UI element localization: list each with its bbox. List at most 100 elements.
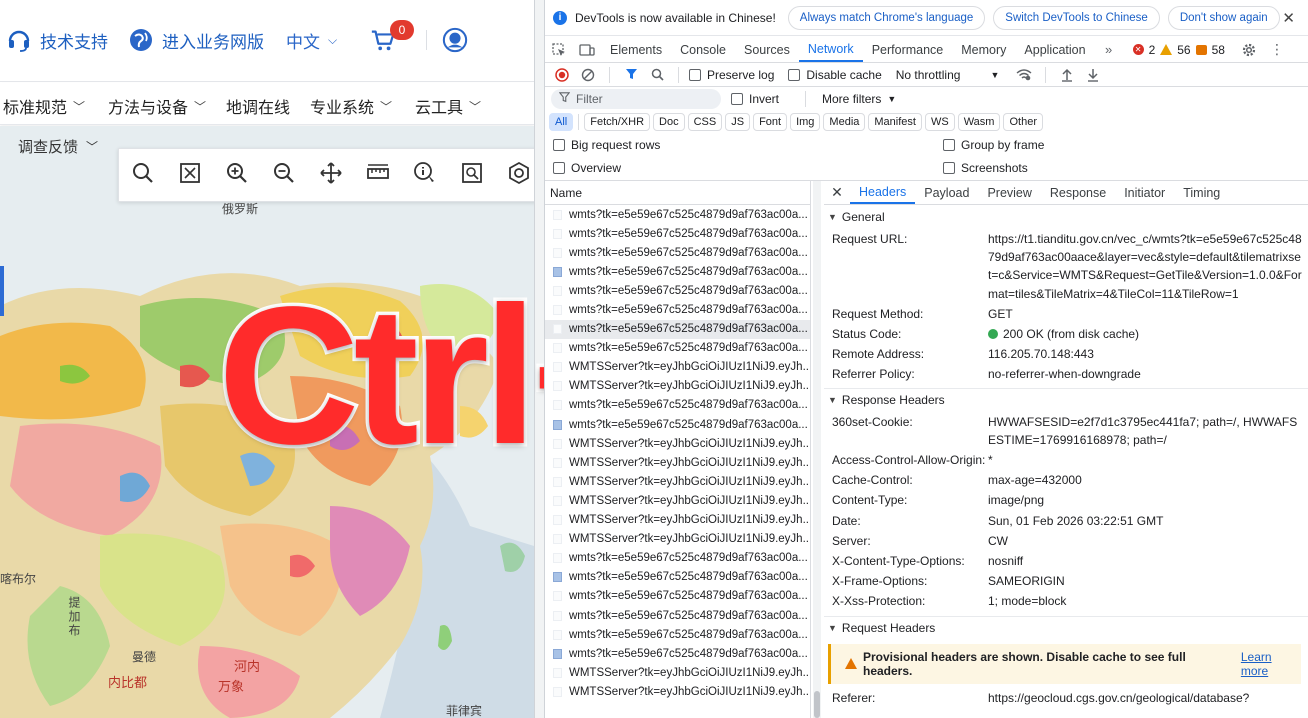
chip-img[interactable]: Img (790, 113, 821, 131)
user-avatar-button[interactable] (442, 24, 468, 56)
language-selector[interactable]: 中文 ⌵ (286, 24, 337, 56)
tab-timing[interactable]: Timing (1174, 181, 1229, 204)
more-options-icon[interactable]: ⋮ (1263, 37, 1291, 62)
request-row[interactable]: WMTSServer?tk=eyJhbGciOiJIUzI1NiJ9.eyJh.… (545, 358, 810, 377)
request-row[interactable]: wmts?tk=e5e59e67c525c4879d9af763ac00a... (545, 224, 810, 243)
record-stop-icon[interactable] (551, 64, 573, 86)
import-har-icon[interactable] (1056, 64, 1078, 86)
chip-doc[interactable]: Doc (653, 113, 685, 131)
chip-wasm[interactable]: Wasm (957, 113, 1001, 131)
filter-funnel-icon[interactable] (620, 64, 642, 86)
request-row[interactable]: wmts?tk=e5e59e67c525c4879d9af763ac00a... (545, 339, 810, 358)
chip-all[interactable]: All (549, 113, 574, 131)
request-row[interactable]: wmts?tk=e5e59e67c525c4879d9af763ac00a... (545, 587, 810, 606)
support-link[interactable]: 技术支持 (6, 24, 108, 56)
nav-item-systems[interactable]: 专业系统 ﹀ (310, 94, 392, 118)
disable-cache-checkbox[interactable]: Disable cache (788, 68, 882, 82)
request-row[interactable]: WMTSServer?tk=eyJhbGciOiJIUzI1NiJ9.eyJh.… (545, 530, 810, 549)
splitter[interactable] (534, 0, 544, 718)
geology-map[interactable]: 调查反馈 ﹀ 俄罗斯 朝鲜 河内 万象 内比都 曼德 菲律宾 提加布 喀布尔 (0, 126, 534, 718)
request-row[interactable]: wmts?tk=e5e59e67c525c4879d9af763ac00a... (545, 415, 810, 434)
tab-headers[interactable]: Headers (850, 181, 916, 204)
request-row[interactable]: wmts?tk=e5e59e67c525c4879d9af763ac00a... (545, 644, 810, 663)
nav-item-standards[interactable]: 标准规范 ﹀ (3, 94, 85, 118)
learn-more-link[interactable]: Learn more (1241, 650, 1301, 678)
map-identify-tool[interactable] (401, 148, 448, 202)
request-list-scrollbar[interactable] (813, 181, 821, 718)
device-toolbar-icon[interactable] (573, 37, 601, 62)
request-row[interactable]: WMTSServer?tk=eyJhbGciOiJIUzI1NiJ9.eyJh.… (545, 511, 810, 530)
request-row[interactable]: WMTSServer?tk=eyJhbGciOiJIUzI1NiJ9.eyJh.… (545, 453, 810, 472)
business-link[interactable]: 进入业务网版 (128, 24, 264, 56)
invert-checkbox[interactable]: Invert (731, 92, 779, 106)
request-row[interactable]: wmts?tk=e5e59e67c525c4879d9af763ac00a... (545, 262, 810, 281)
map-settings-tool[interactable] (495, 148, 534, 202)
more-filters-dropdown[interactable]: More filters ▼ (822, 92, 896, 106)
tab-response[interactable]: Response (1041, 181, 1115, 204)
map-zoom-box-tool[interactable] (448, 148, 495, 202)
nav-item-methods[interactable]: 方法与设备 ﹀ (108, 94, 206, 118)
request-row[interactable]: wmts?tk=e5e59e67c525c4879d9af763ac00a... (545, 606, 810, 625)
request-row[interactable]: wmts?tk=e5e59e67c525c4879d9af763ac00a... (545, 243, 810, 262)
general-section-toggle[interactable]: ▼ General (824, 205, 1308, 229)
tab-elements[interactable]: Elements (601, 37, 671, 62)
request-row[interactable]: wmts?tk=e5e59e67c525c4879d9af763ac00a... (545, 300, 810, 319)
match-language-button[interactable]: Always match Chrome's language (787, 5, 986, 30)
map-zoom-in-tool[interactable] (213, 148, 260, 202)
tab-sources[interactable]: Sources (735, 37, 799, 62)
request-row[interactable]: WMTSServer?tk=eyJhbGciOiJIUzI1NiJ9.eyJh.… (545, 377, 810, 396)
request-row[interactable]: wmts?tk=e5e59e67c525c4879d9af763ac00a... (545, 205, 810, 224)
tab-preview[interactable]: Preview (978, 181, 1040, 204)
nav-item-online[interactable]: 地调在线 (226, 94, 290, 118)
close-icon[interactable]: ✕ (1282, 9, 1295, 27)
chip-manifest[interactable]: Manifest (868, 113, 922, 131)
clear-icon[interactable] (577, 64, 599, 86)
chip-ws[interactable]: WS (924, 113, 955, 131)
chip-other[interactable]: Other (1003, 113, 1043, 131)
map-measure-tool[interactable] (354, 148, 401, 202)
dont-show-again-button[interactable]: Don't show again (1167, 5, 1280, 30)
request-row[interactable]: WMTSServer?tk=eyJhbGciOiJIUzI1NiJ9.eyJh.… (545, 434, 810, 453)
chip-js[interactable]: JS (725, 113, 751, 131)
settings-gear-icon[interactable] (1235, 37, 1263, 62)
export-har-icon[interactable] (1082, 64, 1104, 86)
nav-item-cloud-tools[interactable]: 云工具 ﹀ (415, 94, 481, 118)
more-tabs-icon[interactable]: » (1095, 37, 1123, 62)
issue-counters[interactable]: ✕ 2 56 58 (1132, 37, 1225, 62)
search-icon[interactable] (646, 64, 668, 86)
request-row[interactable]: wmts?tk=e5e59e67c525c4879d9af763ac00a... (545, 281, 810, 300)
request-row[interactable]: WMTSServer?tk=eyJhbGciOiJIUzI1NiJ9.eyJh.… (545, 472, 810, 491)
tab-performance[interactable]: Performance (863, 37, 953, 62)
chip-css[interactable]: CSS (687, 113, 723, 131)
left-panel-tab[interactable] (0, 266, 4, 316)
request-row[interactable]: wmts?tk=e5e59e67c525c4879d9af763ac00a... (545, 568, 810, 587)
preserve-log-checkbox[interactable]: Preserve log (689, 68, 774, 82)
map-search-tool[interactable] (119, 148, 166, 202)
inspect-element-icon[interactable] (545, 37, 573, 62)
request-headers-section-toggle[interactable]: ▼ Request Headers (824, 615, 1308, 640)
screenshots-checkbox[interactable]: Screenshots (943, 161, 1028, 175)
group-by-frame-checkbox[interactable]: Group by frame (943, 138, 1044, 152)
overview-checkbox[interactable]: Overview (553, 161, 621, 175)
tab-initiator[interactable]: Initiator (1115, 181, 1174, 204)
request-row[interactable]: wmts?tk=e5e59e67c525c4879d9af763ac00a... (545, 319, 810, 339)
chip-fetch-xhr[interactable]: Fetch/XHR (584, 113, 651, 131)
tab-console[interactable]: Console (671, 37, 735, 62)
feedback-dropdown[interactable]: 调查反馈 ﹀ (18, 136, 98, 157)
tab-application[interactable]: Application (1015, 37, 1094, 62)
network-conditions-icon[interactable] (1013, 64, 1035, 86)
close-icon[interactable]: ✕ (824, 181, 850, 204)
response-headers-section-toggle[interactable]: ▼ Response Headers (824, 387, 1308, 412)
scrollbar-thumb[interactable] (814, 691, 820, 718)
request-row[interactable]: wmts?tk=e5e59e67c525c4879d9af763ac00a... (545, 625, 810, 644)
filter-input[interactable]: Filter (551, 89, 721, 109)
request-row[interactable]: WMTSServer?tk=eyJhbGciOiJIUzI1NiJ9.eyJh.… (545, 491, 810, 510)
map-fullextent-tool[interactable] (166, 148, 213, 202)
big-rows-checkbox[interactable]: Big request rows (553, 138, 660, 152)
throttling-select[interactable]: No throttling ▼ (896, 68, 1000, 82)
request-row[interactable]: WMTSServer?tk=eyJhbGciOiJIUzI1NiJ9.eyJh.… (545, 663, 810, 682)
chip-media[interactable]: Media (823, 113, 866, 131)
request-row[interactable]: WMTSServer?tk=eyJhbGciOiJIUzI1NiJ9.eyJh.… (545, 682, 810, 701)
chip-font[interactable]: Font (753, 113, 788, 131)
map-zoom-out-tool[interactable] (260, 148, 307, 202)
